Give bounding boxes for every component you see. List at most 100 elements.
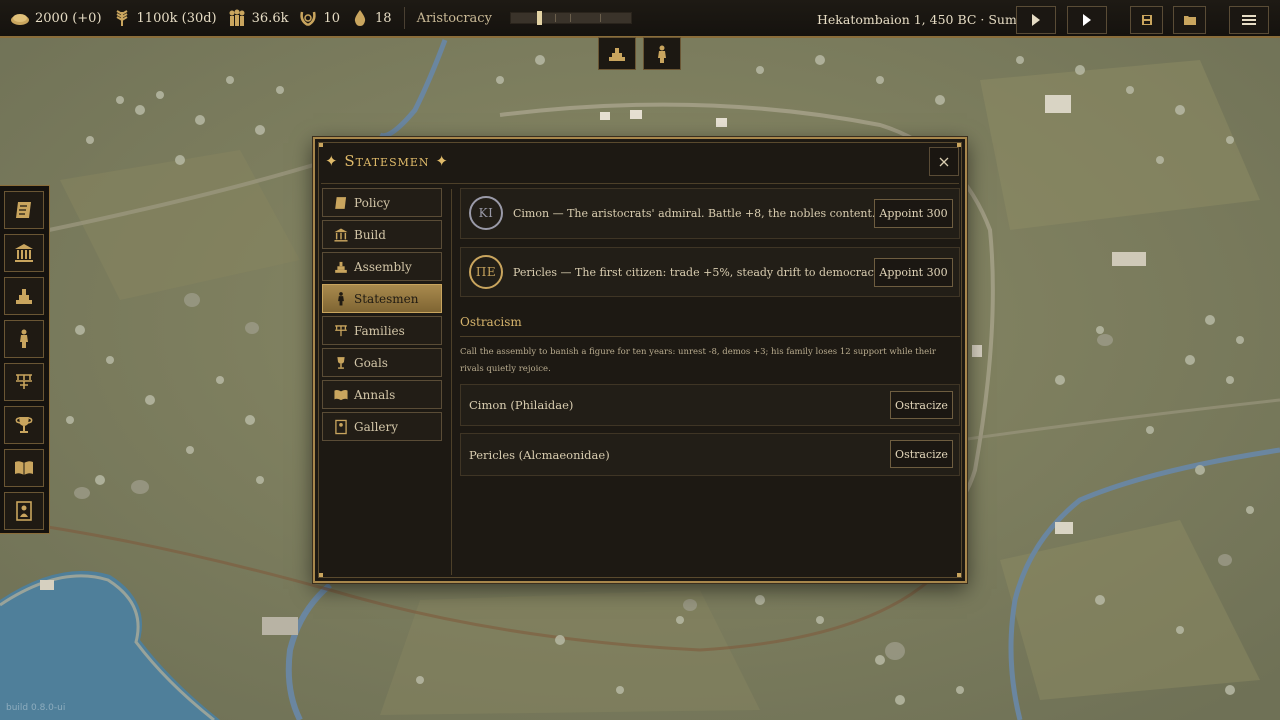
- game-date: Hekatombaion 1, 450 BC · Summer: [817, 12, 1043, 27]
- dialog-title-text: Statesmen: [344, 152, 430, 170]
- nav-assembly[interactable]: Assembly: [322, 252, 442, 281]
- dock-annals-button[interactable]: [4, 449, 44, 487]
- resource-wheat: 1100k (30d): [112, 9, 217, 27]
- play-button[interactable]: [1016, 6, 1056, 34]
- main-menu-button[interactable]: [1229, 6, 1269, 34]
- statesman-medallion: ΠΕ: [469, 255, 503, 289]
- dialog-title: ✦ Statesmen ✦: [325, 152, 449, 170]
- statesman-icon: [20, 329, 28, 348]
- trophy-icon: [332, 354, 350, 372]
- nav-label: Assembly: [354, 259, 412, 274]
- close-icon: [939, 157, 949, 166]
- star-ornament-icon: ✦: [435, 152, 449, 170]
- appoint-button[interactable]: Appoint 300: [874, 258, 953, 287]
- population-icon: [227, 9, 247, 27]
- ostracism-target: Pericles (Alcmaeonidae): [469, 448, 610, 462]
- slider-tick: [599, 14, 601, 22]
- dock-assembly-button[interactable]: [4, 277, 44, 315]
- left-dock: [0, 185, 50, 534]
- family-tree-icon: [332, 322, 350, 340]
- dock-build-button[interactable]: [4, 234, 44, 272]
- build-version-label: build 0.8.0-ui: [6, 703, 66, 713]
- oil-value: 18: [375, 10, 392, 26]
- nav-label: Goals: [354, 355, 388, 370]
- portrait-icon: [332, 418, 350, 436]
- ostracism-row: Cimon (Philaidae) Ostracize: [460, 384, 960, 426]
- ostracism-target: Cimon (Philaidae): [469, 398, 574, 412]
- statesman-icon: [658, 45, 666, 63]
- save-button[interactable]: [1130, 6, 1163, 34]
- nav-families[interactable]: Families: [322, 316, 442, 345]
- folder-icon: [1183, 16, 1196, 25]
- ostracism-description: Call the assembly to banish a figure for…: [460, 347, 936, 374]
- dock-families-button[interactable]: [4, 363, 44, 401]
- portrait-icon: [16, 501, 32, 521]
- ostracism-row: Pericles (Alcmaeonidae) Ostracize: [460, 433, 960, 476]
- nav-policy[interactable]: Policy: [322, 188, 442, 217]
- statesman-icon: [332, 290, 350, 308]
- temple-icon: [15, 244, 33, 262]
- hamburger-menu-icon: [1242, 15, 1256, 25]
- dock-policy-button[interactable]: [4, 191, 44, 229]
- assembly-tab[interactable]: [598, 37, 636, 70]
- oil-drop-icon: [350, 9, 370, 27]
- ostracize-button[interactable]: Ostracize: [890, 391, 953, 419]
- family-tree-icon: [16, 374, 32, 389]
- dock-gallery-button[interactable]: [4, 492, 44, 530]
- statesmen-tab[interactable]: [643, 37, 681, 70]
- assembly-icon: [609, 47, 625, 61]
- statesman-description: Pericles — The first citizen: trade +5%,…: [513, 266, 882, 279]
- slider-tick: [569, 14, 571, 22]
- slider-thumb[interactable]: [536, 11, 542, 25]
- temple-icon: [332, 226, 350, 244]
- trophy-icon: [15, 417, 33, 433]
- assembly-icon: [332, 258, 350, 276]
- government-type: Aristocracy: [416, 10, 492, 26]
- appoint-button[interactable]: Appoint 300: [874, 199, 953, 228]
- nav-goals[interactable]: Goals: [322, 348, 442, 377]
- resource-grain: 2000 (+0): [10, 9, 102, 27]
- nav-label: Build: [354, 227, 386, 242]
- scroll-icon: [16, 202, 31, 218]
- play-icon: [1032, 14, 1040, 26]
- nav-annals[interactable]: Annals: [322, 380, 442, 409]
- laurel-icon: [298, 9, 318, 27]
- resource-oil: 18: [350, 9, 392, 27]
- wheat-icon: [112, 9, 132, 27]
- nav-build[interactable]: Build: [322, 220, 442, 249]
- resource-population: 36.6k: [227, 9, 289, 27]
- close-button[interactable]: [929, 147, 959, 176]
- statesmen-dialog: ✦ Statesmen ✦ Policy Build Assembly Stat…: [313, 137, 967, 583]
- statesman-card: KI Cimon — The aristocrats' admiral. Bat…: [460, 188, 960, 239]
- nav-statesmen[interactable]: Statesmen: [322, 284, 442, 313]
- resource-prestige: 10: [298, 9, 340, 27]
- ostracize-button[interactable]: Ostracize: [890, 440, 953, 468]
- divider: [403, 7, 405, 29]
- slider-tick: [554, 14, 556, 22]
- load-button[interactable]: [1173, 6, 1206, 34]
- divider: [451, 189, 452, 575]
- fast-play-icon: [1083, 14, 1091, 26]
- nav-label: Statesmen: [354, 291, 419, 306]
- statesman-medallion: KI: [469, 196, 503, 230]
- nav-gallery[interactable]: Gallery: [322, 412, 442, 441]
- dock-statesmen-button[interactable]: [4, 320, 44, 358]
- save-icon: [1141, 15, 1152, 25]
- government-slider[interactable]: [509, 11, 632, 25]
- star-ornament-icon: ✦: [325, 152, 339, 170]
- wheat-value: 1100k (30d): [136, 10, 217, 26]
- grain-value: 2000 (+0): [35, 10, 102, 26]
- book-icon: [332, 386, 350, 404]
- nav-label: Policy: [354, 195, 390, 210]
- frame-ornament: [318, 142, 323, 147]
- frame-ornament: [957, 573, 962, 578]
- fast-forward-button[interactable]: [1067, 6, 1107, 34]
- frame-ornament: [318, 573, 323, 578]
- ostracism-heading: Ostracism: [460, 315, 522, 329]
- population-value: 36.6k: [251, 10, 289, 26]
- grain-icon: [10, 9, 30, 27]
- scroll-icon: [332, 194, 350, 212]
- divider: [321, 183, 959, 184]
- divider: [460, 336, 960, 337]
- dock-goals-button[interactable]: [4, 406, 44, 444]
